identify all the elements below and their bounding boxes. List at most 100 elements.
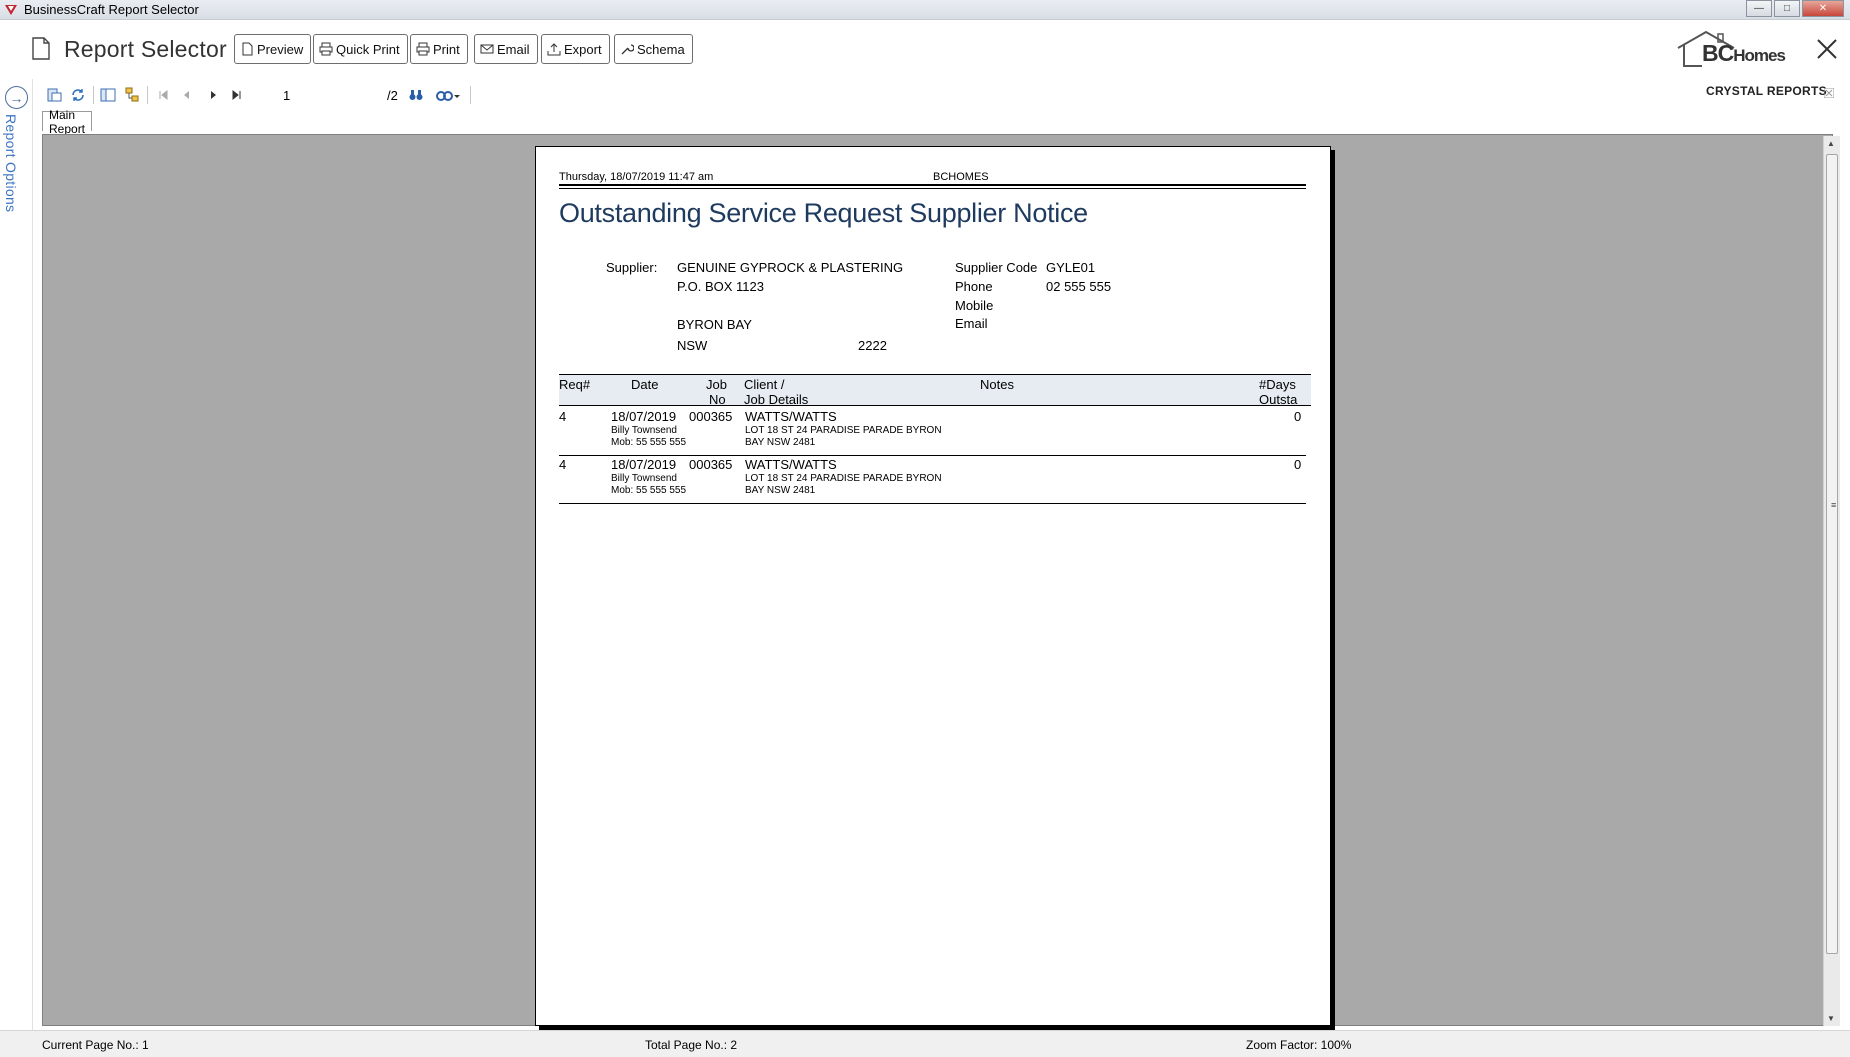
window-close-button[interactable]: ✕ xyxy=(1802,0,1844,17)
column-header-req: Req# xyxy=(559,377,591,392)
row-mobile: Mob: 55 555 555 xyxy=(611,437,687,448)
crystal-reports-brand: CRYSTAL REPORTS xyxy=(1706,84,1827,98)
page-number-input[interactable] xyxy=(281,85,385,105)
mobile-label: Mobile xyxy=(955,298,994,313)
row-client: WATTS/WATTS xyxy=(745,409,837,424)
column-header-client: Client / xyxy=(744,377,785,392)
arrow-right-icon[interactable]: → xyxy=(5,86,28,109)
viewer-toolbar: /2 CRYSTAL REPORTS xyxy=(36,80,1850,110)
supplier-label: Supplier: xyxy=(606,260,658,275)
table-row: 4 18/07/2019 000365 WATTS/WATTS Billy To… xyxy=(559,408,1306,456)
previous-page-icon[interactable] xyxy=(177,85,197,105)
toggle-group-tree-icon[interactable] xyxy=(98,85,118,105)
email-button[interactable]: Email xyxy=(474,34,538,64)
toggle-parameter-panel-icon[interactable] xyxy=(122,85,142,105)
next-page-icon[interactable] xyxy=(203,85,223,105)
phone-value: 02 555 555 xyxy=(1046,279,1112,294)
current-page-status: Current Page No.: 1 xyxy=(42,1038,149,1052)
wrench-icon xyxy=(621,44,634,55)
row-req: 4 xyxy=(559,409,567,424)
column-header-job-no: No xyxy=(709,392,726,407)
preview-button[interactable]: Preview xyxy=(234,34,312,64)
close-icon[interactable] xyxy=(1814,36,1840,62)
scroll-down-icon[interactable]: ▼ xyxy=(1827,1014,1835,1023)
row-details-line2: BAY NSW 2481 xyxy=(745,437,816,448)
close-icon[interactable] xyxy=(1824,88,1834,98)
row-date: 18/07/2019 xyxy=(611,409,677,424)
supplier-name: GENUINE GYPROCK & PLASTERING xyxy=(677,260,904,275)
total-pages-status: Total Page No.: 2 xyxy=(645,1038,738,1052)
supplier-city: BYRON BAY xyxy=(677,317,752,332)
print-button[interactable]: Print xyxy=(410,34,468,64)
row-days: 0 xyxy=(1294,409,1302,424)
last-page-icon[interactable] xyxy=(227,85,247,105)
export-icon xyxy=(547,43,561,56)
zoom-dropdown[interactable] xyxy=(434,85,462,105)
row-details-line1: LOT 18 ST 24 PARADISE PARADE BYRON xyxy=(745,425,942,436)
scroll-up-icon[interactable]: ▲ xyxy=(1827,139,1835,148)
envelope-icon xyxy=(480,44,494,54)
first-page-icon[interactable] xyxy=(153,85,173,105)
row-details-line2: BAY NSW 2481 xyxy=(745,485,816,496)
supplier-address: P.O. BOX 1123 xyxy=(677,279,764,294)
binoculars-icon[interactable] xyxy=(406,85,426,105)
bchomes-logo: BCHomes xyxy=(1676,30,1796,70)
schema-button[interactable]: Schema xyxy=(614,34,693,64)
schema-button-label: Schema xyxy=(637,41,685,57)
column-header-outstanding: Outsta xyxy=(1259,392,1298,407)
logo-text: BCHomes xyxy=(1702,40,1786,67)
header-rule xyxy=(559,188,1306,189)
page-title: Report Selector xyxy=(64,36,227,62)
row-details-line1: LOT 18 ST 24 PARADISE PARADE BYRON xyxy=(745,473,942,484)
row-job: 000365 xyxy=(689,409,733,424)
email-button-label: Email xyxy=(497,41,530,57)
document-icon xyxy=(242,42,253,56)
toolbar-divider xyxy=(470,86,471,104)
maximize-button[interactable]: □ xyxy=(1774,0,1800,17)
supplier-postcode: 2222 xyxy=(858,338,887,353)
export-report-icon[interactable] xyxy=(44,85,64,105)
export-button-label: Export xyxy=(564,41,602,57)
printer-icon xyxy=(319,42,333,56)
scrollbar-thumb[interactable]: ≡ xyxy=(1826,154,1838,954)
row-req: 4 xyxy=(559,457,567,472)
print-button-label: Print xyxy=(433,41,460,57)
tab-main-report[interactable]: Main Report xyxy=(42,108,93,136)
status-bar: Current Page No.: 1 Total Page No.: 2 Zo… xyxy=(0,1030,1850,1057)
supplier-code: GYLE01 xyxy=(1046,260,1096,275)
page-total: /2 xyxy=(387,88,398,103)
column-header-job-details: Job Details xyxy=(744,392,809,407)
report-options-panel-toggle[interactable]: → Report Options xyxy=(0,79,33,1039)
row-client: WATTS/WATTS xyxy=(745,457,837,472)
printer-icon xyxy=(416,42,430,56)
report-page: Thursday, 18/07/2019 11:47 am BCHOMES Ou… xyxy=(535,146,1331,1026)
preview-button-label: Preview xyxy=(257,41,304,57)
table-header: Req# Date Job No Client / Job Details No… xyxy=(559,374,1311,407)
company-name: BCHOMES xyxy=(933,171,989,183)
minimize-button[interactable]: — xyxy=(1746,0,1772,17)
row-days: 0 xyxy=(1294,457,1302,472)
row-contact: Billy Townsend xyxy=(611,473,677,484)
export-button[interactable]: Export xyxy=(541,34,610,64)
print-date: Thursday, 18/07/2019 11:47 am xyxy=(559,171,714,183)
window-controls: — □ ✕ xyxy=(1746,0,1844,17)
column-header-notes: Notes xyxy=(980,377,1014,392)
grip-icon: ≡ xyxy=(1831,500,1837,510)
report-title: Outstanding Service Request Supplier Not… xyxy=(559,198,1088,228)
quick-print-button[interactable]: Quick Print xyxy=(313,34,408,64)
report-options-label[interactable]: Report Options xyxy=(3,114,19,212)
zoom-icon xyxy=(436,91,460,101)
vertical-scrollbar[interactable]: ▲ ≡ ▼ xyxy=(1823,136,1840,1026)
refresh-icon[interactable] xyxy=(68,85,88,105)
app-header: Report Selector Preview Quick Print Prin… xyxy=(0,21,1850,77)
toolbar-divider xyxy=(147,86,148,104)
document-icon xyxy=(32,37,50,60)
phone-label: Phone xyxy=(955,279,993,294)
email-label: Email xyxy=(955,316,988,331)
supplier-code-label: Supplier Code xyxy=(955,260,1038,275)
app-icon xyxy=(5,4,17,15)
row-date: 18/07/2019 xyxy=(611,457,677,472)
window-titlebar: BusinessCraft Report Selector — □ ✕ xyxy=(0,0,1850,20)
row-job: 000365 xyxy=(689,457,733,472)
row-mobile: Mob: 55 555 555 xyxy=(611,485,687,496)
